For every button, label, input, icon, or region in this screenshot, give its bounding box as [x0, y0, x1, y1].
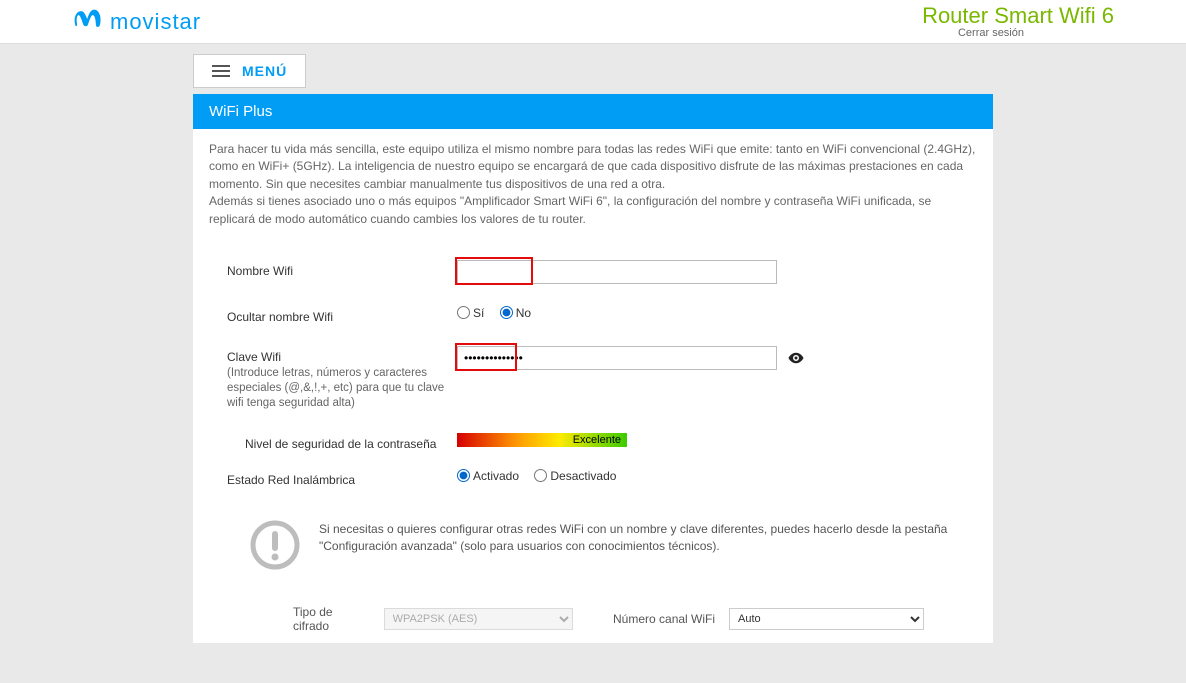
hide-yes-radio[interactable]: Sí — [457, 306, 484, 320]
password-strength-meter: Excelente — [457, 433, 627, 447]
product-title: Router Smart Wifi 6 — [922, 5, 1114, 27]
top-bar: movistar Router Smart Wifi 6 Cerrar sesi… — [0, 0, 1186, 44]
show-password-icon[interactable] — [787, 349, 805, 367]
channel-label: Número canal WiFi — [613, 612, 715, 626]
advanced-notice: Si necesitas o quieres configurar otras … — [193, 507, 993, 597]
section-title: WiFi Plus — [193, 94, 993, 129]
menu-label: MENÚ — [242, 63, 287, 79]
wifi-name-input[interactable] — [457, 260, 777, 284]
movistar-m-icon — [72, 8, 104, 36]
wifi-name-label: Nombre Wifi — [227, 260, 457, 278]
intro-p2: Además si tienes asociado uno o más equi… — [209, 193, 977, 228]
hide-no-radio[interactable]: No — [500, 306, 531, 320]
cipher-select: WPA2PSK (AES) — [384, 608, 573, 630]
password-input[interactable] — [457, 346, 777, 370]
password-label: Clave Wifi — [227, 350, 457, 364]
notice-text: Si necesitas o quieres configurar otras … — [319, 519, 977, 555]
logout-link[interactable]: Cerrar sesión — [922, 27, 1024, 39]
wireless-state-label: Estado Red Inalámbrica — [227, 469, 457, 487]
menu-button[interactable]: MENÚ — [193, 54, 306, 88]
hide-name-label: Ocultar nombre Wifi — [227, 306, 457, 324]
channel-select[interactable]: Auto — [729, 608, 924, 630]
intro-p1: Para hacer tu vida más sencilla, este eq… — [209, 141, 977, 193]
state-deactivated-radio[interactable]: Desactivado — [534, 469, 616, 483]
intro-text: Para hacer tu vida más sencilla, este eq… — [193, 129, 993, 232]
hamburger-icon — [212, 65, 230, 77]
brand-logo: movistar — [72, 8, 201, 36]
password-hint: (Introduce letras, números y caracteres … — [227, 366, 457, 411]
info-exclamation-icon — [249, 519, 301, 571]
cipher-label: Tipo de cifrado — [293, 605, 370, 633]
state-activated-radio[interactable]: Activado — [457, 469, 519, 483]
brand-name: movistar — [110, 9, 201, 35]
strength-label: Nivel de seguridad de la contraseña — [227, 433, 457, 451]
main-panel: WiFi Plus Para hacer tu vida más sencill… — [193, 94, 993, 643]
